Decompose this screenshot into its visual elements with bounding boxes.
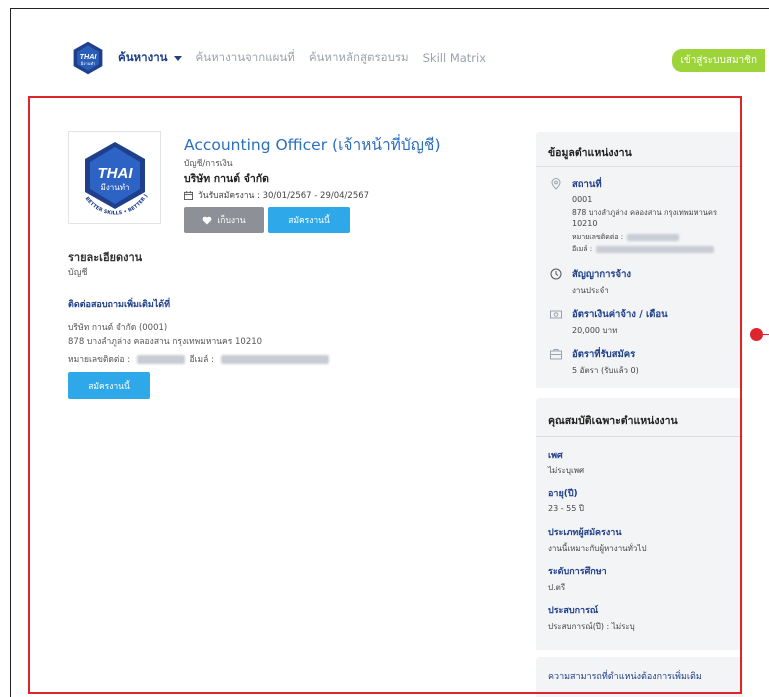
- nav-find-job[interactable]: ค้นหางาน: [118, 49, 182, 67]
- nav-find-job-label: ค้นหางาน: [118, 50, 168, 64]
- nav-find-job-map[interactable]: ค้นหางานจากแผนที่: [196, 49, 295, 67]
- site-logo-subtext: มีงานทำ: [80, 61, 95, 66]
- member-login-button[interactable]: เข้าสู่ระบบสมาชิก: [672, 49, 765, 72]
- nav-find-course[interactable]: ค้นหาหลักสูตรอบรม: [309, 49, 409, 67]
- highlight-box: [28, 96, 742, 694]
- navbar: THAI มีงานทำ ค้นหางาน ค้นหางานจากแผนที่ …: [70, 36, 769, 80]
- site-logo-text: THAI: [80, 52, 98, 61]
- site-logo-icon[interactable]: THAI มีงานทำ: [70, 40, 106, 76]
- chevron-down-icon: [173, 55, 182, 61]
- nav-skill-matrix[interactable]: Skill Matrix: [423, 51, 486, 65]
- highlight-marker-line: [762, 334, 769, 335]
